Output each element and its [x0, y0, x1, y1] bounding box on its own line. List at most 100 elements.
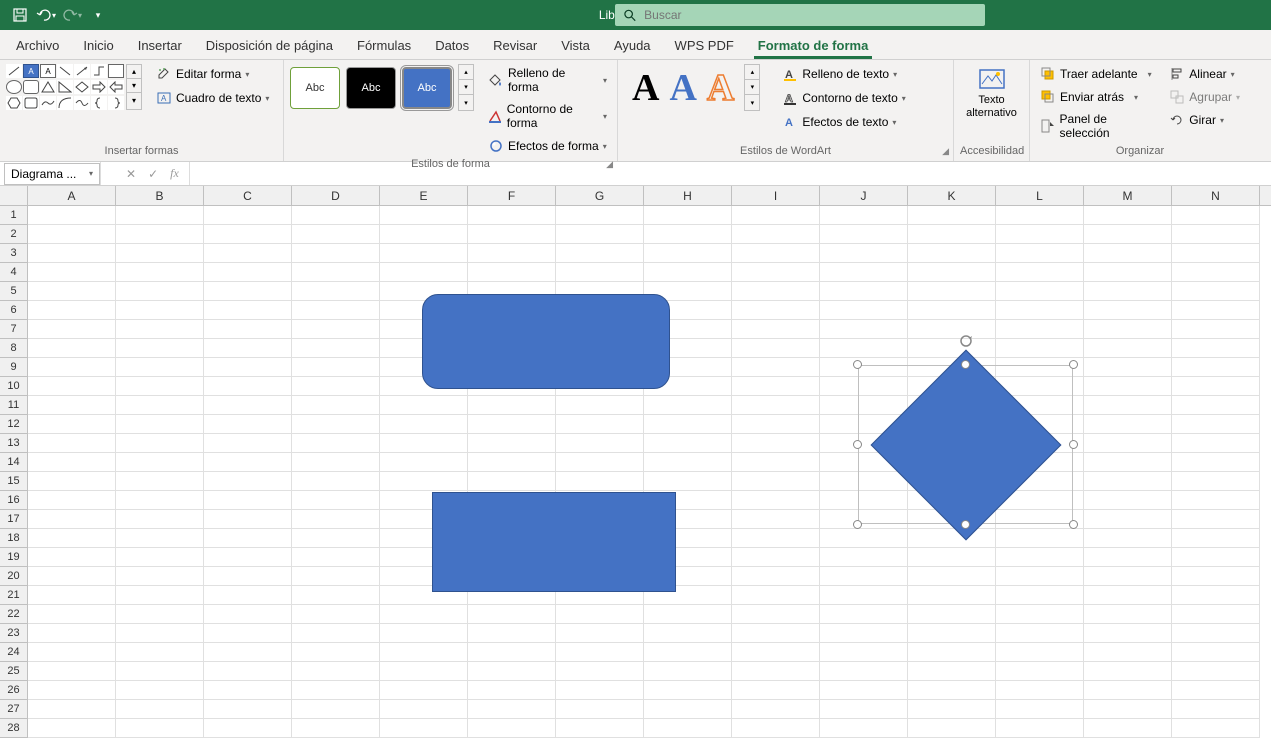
cell[interactable] [28, 529, 116, 548]
style-more-icon[interactable]: ▾ [459, 95, 473, 110]
cell[interactable] [204, 681, 292, 700]
shape-style-1[interactable]: Abc [290, 67, 340, 109]
cell[interactable] [556, 396, 644, 415]
cell[interactable] [644, 453, 732, 472]
cells-area[interactable] [28, 206, 1271, 738]
cell[interactable] [28, 643, 116, 662]
cell[interactable] [204, 662, 292, 681]
cell[interactable] [1084, 453, 1172, 472]
cell[interactable] [204, 567, 292, 586]
cell[interactable] [116, 510, 204, 529]
cell[interactable] [996, 263, 1084, 282]
wordart-scroll[interactable]: ▴ ▾ ▾ [744, 64, 760, 111]
agrupar-button[interactable]: Agrupar ▾ [1165, 87, 1244, 107]
cell[interactable] [292, 719, 380, 738]
cell[interactable] [204, 320, 292, 339]
cell[interactable] [908, 605, 996, 624]
cell[interactable] [380, 624, 468, 643]
cell[interactable] [732, 548, 820, 567]
cell[interactable] [28, 263, 116, 282]
cell[interactable] [1084, 244, 1172, 263]
cell[interactable] [204, 643, 292, 662]
cell[interactable] [28, 320, 116, 339]
cell[interactable] [996, 567, 1084, 586]
cell[interactable] [292, 510, 380, 529]
cell[interactable] [1084, 510, 1172, 529]
girar-button[interactable]: Girar ▾ [1165, 110, 1244, 130]
cell[interactable] [1172, 320, 1260, 339]
cell[interactable] [732, 605, 820, 624]
cell[interactable] [732, 244, 820, 263]
row-header[interactable]: 24 [0, 643, 28, 662]
cell[interactable] [732, 320, 820, 339]
row-header[interactable]: 19 [0, 548, 28, 567]
wordart-up-icon[interactable]: ▴ [745, 65, 759, 80]
cell[interactable] [1172, 643, 1260, 662]
cell[interactable] [1172, 434, 1260, 453]
cell[interactable] [1172, 301, 1260, 320]
row-header[interactable]: 10 [0, 377, 28, 396]
cell[interactable] [1172, 662, 1260, 681]
column-header[interactable]: C [204, 186, 292, 205]
cell[interactable] [116, 377, 204, 396]
cell[interactable] [1172, 453, 1260, 472]
cell[interactable] [996, 244, 1084, 263]
resize-handle[interactable] [1069, 520, 1078, 529]
cell[interactable] [380, 662, 468, 681]
cell[interactable] [820, 244, 908, 263]
cell[interactable] [1172, 529, 1260, 548]
cell[interactable] [1172, 282, 1260, 301]
cell[interactable] [732, 396, 820, 415]
cell[interactable] [820, 339, 908, 358]
cell[interactable] [380, 605, 468, 624]
cell[interactable] [380, 415, 468, 434]
shape-style-3[interactable]: Abc [402, 67, 452, 109]
shape-plaque-icon[interactable] [23, 96, 39, 110]
tab-insertar[interactable]: Insertar [126, 32, 194, 59]
cell[interactable] [820, 282, 908, 301]
cell[interactable] [292, 681, 380, 700]
cell[interactable] [908, 301, 996, 320]
cell[interactable] [468, 643, 556, 662]
cell[interactable] [468, 624, 556, 643]
cell[interactable] [908, 643, 996, 662]
tab-inicio[interactable]: Inicio [71, 32, 125, 59]
search-input[interactable] [644, 8, 977, 22]
cell[interactable] [644, 434, 732, 453]
column-header[interactable]: K [908, 186, 996, 205]
cell[interactable] [908, 719, 996, 738]
row-header[interactable]: 3 [0, 244, 28, 263]
cell[interactable] [292, 301, 380, 320]
shape-rarrow-icon[interactable] [91, 80, 107, 94]
cell[interactable] [380, 472, 468, 491]
shape-rtriangle-icon[interactable] [57, 80, 73, 94]
row-header[interactable]: 21 [0, 586, 28, 605]
cuadro-texto-button[interactable]: A Cuadro de texto ▾ [152, 88, 273, 108]
cell[interactable] [996, 605, 1084, 624]
wordart-down-icon[interactable]: ▾ [745, 80, 759, 95]
cell[interactable] [556, 415, 644, 434]
tab-ayuda[interactable]: Ayuda [602, 32, 663, 59]
cell[interactable] [1084, 719, 1172, 738]
cell[interactable] [1084, 529, 1172, 548]
cell[interactable] [292, 453, 380, 472]
cell[interactable] [1084, 206, 1172, 225]
cell[interactable] [292, 225, 380, 244]
cell[interactable] [28, 700, 116, 719]
row-header[interactable]: 22 [0, 605, 28, 624]
cell[interactable] [732, 358, 820, 377]
resize-handle[interactable] [853, 360, 862, 369]
row-header[interactable]: 18 [0, 529, 28, 548]
style-scroll[interactable]: ▴ ▾ ▾ [458, 64, 474, 111]
cell[interactable] [292, 624, 380, 643]
style-down-icon[interactable]: ▾ [459, 80, 473, 95]
cell[interactable] [116, 434, 204, 453]
cell[interactable] [28, 681, 116, 700]
cell[interactable] [204, 282, 292, 301]
cell[interactable] [380, 643, 468, 662]
cell[interactable] [732, 301, 820, 320]
cell[interactable] [908, 567, 996, 586]
cell[interactable] [732, 567, 820, 586]
cell[interactable] [28, 206, 116, 225]
cell[interactable] [820, 624, 908, 643]
